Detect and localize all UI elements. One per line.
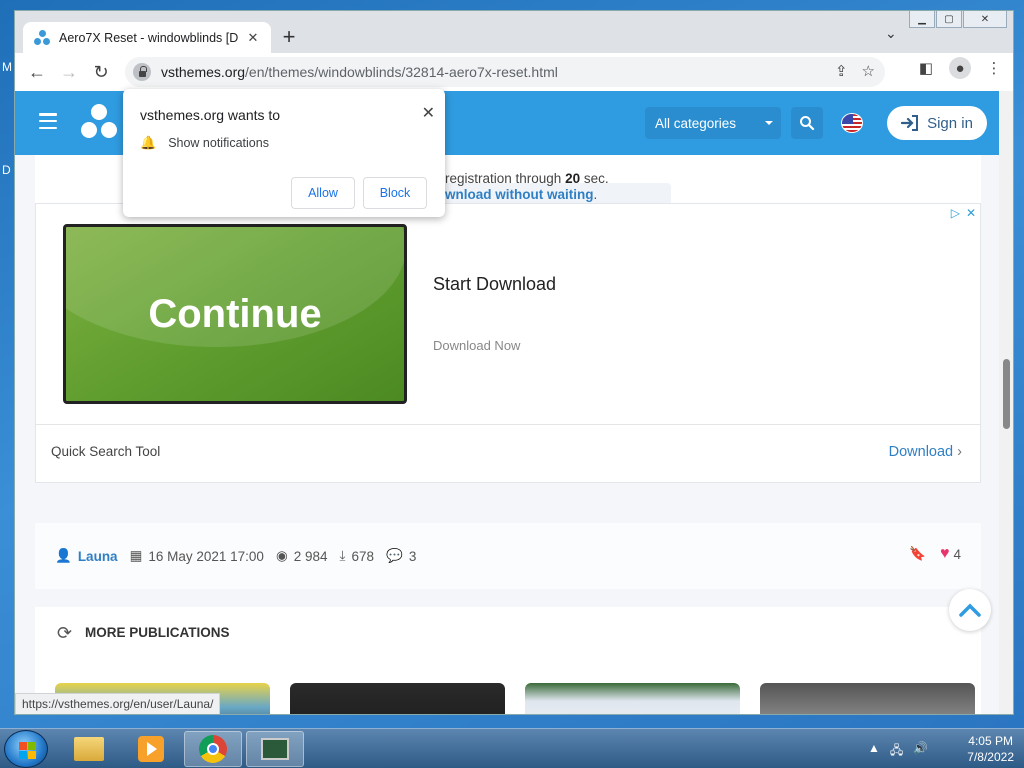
registration-notice: registration through 20 sec. [445,171,609,186]
media-player-icon [138,736,164,762]
search-button[interactable] [791,107,823,139]
comments-count: 3 [408,548,417,564]
search-icon [800,116,815,131]
url-text: vsthemes.org/en/themes/windowblinds/3281… [161,64,558,80]
ad-footer-label: Quick Search Tool [51,444,161,459]
chevron-down-icon [765,121,773,129]
taskbar: ▲ 🖧 🔊 4:05 PM 7/8/2022 [0,728,1024,768]
bell-icon: 🔔 [140,135,157,150]
publication-thumbnail[interactable] [290,683,505,714]
download-icon: ⤓ [339,548,346,563]
heart-icon[interactable]: ♥ [940,545,950,563]
lock-icon[interactable] [133,63,151,81]
tab-active[interactable]: Aero7X Reset - windowblinds [D ✕ [23,22,271,53]
user-icon: 👤 [55,548,72,563]
chevron-up-icon [959,603,981,617]
reload-icon[interactable]: ↻ [85,56,117,88]
ad-subtitle[interactable]: Download Now [433,338,520,353]
taskbar-chrome[interactable] [184,731,242,767]
category-select[interactable]: All categories [645,107,781,139]
site-favicon-icon [33,29,51,47]
desktop-icon-label: M [2,60,12,74]
clock-time: 4:05 PM [968,734,1013,748]
taskbar-media-player[interactable] [122,731,180,767]
permission-label: Show notifications [168,136,269,150]
divider [36,424,980,425]
window-controls: ▁ ▢ ✕ [908,11,1007,28]
address-bar[interactable]: vsthemes.org/en/themes/windowblinds/3281… [125,57,885,87]
language-flag-icon[interactable] [841,113,863,133]
download-without-waiting-link[interactable]: wnload without waiting. [445,187,597,202]
chevron-right-icon: › [957,444,962,460]
ad-choices-icon[interactable]: ▷ [951,206,960,220]
ad-close-icon[interactable]: ✕ [966,206,976,220]
ad-title[interactable]: Start Download [433,274,556,295]
popup-close-icon[interactable]: ✕ [422,103,435,123]
tab-search-chevron-icon[interactable]: ⌄ [885,25,897,42]
author-link[interactable]: Launa [78,549,118,564]
browser-window: Aero7X Reset - windowblinds [D ✕ + ⌄ ▁ ▢… [14,10,1014,715]
continue-ad-image[interactable]: Continue [63,224,407,404]
tab-title: Aero7X Reset - windowblinds [D [59,30,239,45]
desktop-icon-label: D [2,163,11,177]
show-hidden-icons-icon[interactable]: ▲ [868,741,880,762]
share-icon[interactable]: ⇪ [835,62,848,80]
forward-arrow-icon[interactable]: → [53,56,85,88]
taskbar-task-manager[interactable] [246,731,304,767]
volume-icon[interactable]: 🔊 [913,741,928,762]
popup-title: vsthemes.org wants to [140,107,281,123]
block-button[interactable]: Block [363,177,427,209]
more-publications-title: MORE PUBLICATIONS [85,625,230,640]
ad-download-link[interactable]: Download › [889,444,962,460]
menu-kebab-icon[interactable]: ⋮ [983,57,1005,79]
monitor-icon [261,738,289,760]
sign-in-button[interactable]: Sign in [887,106,987,140]
chrome-icon [199,735,227,763]
notification-permission-popup: vsthemes.org wants to ✕ 🔔 Show notificat… [123,89,445,217]
downloads-count: 678 [351,548,375,564]
side-panel-icon[interactable]: ◧ [915,57,937,79]
tab-close-icon[interactable]: ✕ [245,30,261,46]
publication-meta: 👤 Launa ▦ 16 May 2021 17:00 ◉ 2 984 ⤓ 678 💬 3… [35,523,981,589]
eye-icon: ◉ [275,548,288,563]
comment-icon: 💬 [386,548,403,563]
close-window-icon[interactable]: ✕ [963,11,1007,28]
likes-count: 4 [953,546,961,562]
tab-strip: Aero7X Reset - windowblinds [D ✕ + ⌄ ▁ ▢… [15,11,1013,53]
clock[interactable]: 4:05 PM 7/8/2022 [967,733,1014,765]
back-arrow-icon[interactable]: ← [21,56,53,88]
page-scrollbar[interactable] [999,91,1013,714]
publication-thumbnail[interactable] [525,683,740,714]
taskbar-explorer[interactable] [60,731,118,767]
new-tab-button[interactable]: + [276,25,302,49]
hamburger-menu-icon[interactable] [39,113,57,129]
folder-icon [74,737,104,761]
browser-toolbar: ← → ↻ vsthemes.org/en/themes/windowblind… [15,53,1013,91]
views-count: 2 984 [293,548,328,564]
scrollbar-thumb[interactable] [1003,359,1010,429]
allow-button[interactable]: Allow [291,177,355,209]
network-icon[interactable]: 🖧 [890,741,903,762]
publication-thumbnail[interactable] [760,683,975,714]
clock-date: 7/8/2022 [967,750,1014,764]
bookmark-icon[interactable]: 🔖 [909,546,926,562]
profile-avatar-icon[interactable]: ● [949,57,971,79]
advertisement: Continue Start Download Download Now ▷ ✕… [35,203,981,483]
sign-in-icon [901,115,919,131]
publish-date: 16 May 2021 17:00 [148,548,264,564]
maximize-icon[interactable]: ▢ [936,11,962,28]
bookmark-star-icon[interactable]: ☆ [862,62,875,80]
site-logo[interactable] [79,104,119,140]
link-status-bar: https://vsthemes.org/en/user/Launa/ [15,693,221,714]
scroll-to-top-button[interactable] [949,589,991,631]
calendar-icon: ▦ [129,548,143,563]
start-button[interactable] [4,730,48,768]
refresh-icon[interactable]: ⟳ [57,623,72,644]
minimize-icon[interactable]: ▁ [909,11,935,28]
